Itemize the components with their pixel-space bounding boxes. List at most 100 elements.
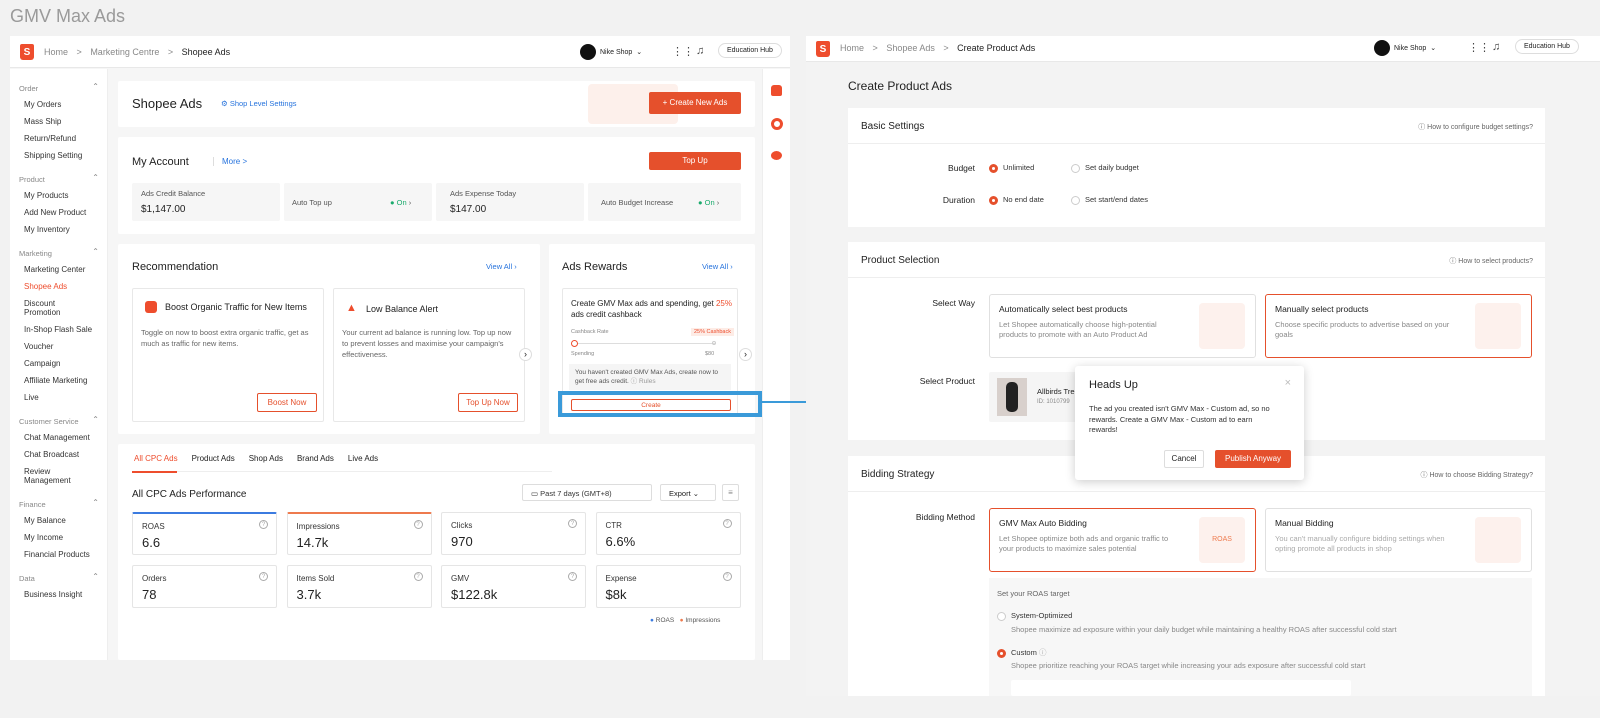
notification-bell-icon[interactable] xyxy=(771,85,782,96)
shopee-logo-icon[interactable]: S xyxy=(20,44,34,60)
budget-unlimited-radio[interactable]: Unlimited xyxy=(989,163,1034,173)
selected-product-item[interactable]: Allbirds Tre ID: 1010799 xyxy=(989,372,1084,422)
apps-grid-icon[interactable]: ⋮⋮ xyxy=(672,45,694,58)
kpi-expense[interactable]: Expense $8k? xyxy=(595,565,741,608)
kpi-gmv[interactable]: GMV $122.8k? xyxy=(441,565,586,608)
breadcrumb-shopee-ads[interactable]: Shopee Ads xyxy=(886,43,935,53)
chat-icon[interactable] xyxy=(771,151,782,160)
export-dropdown[interactable]: Export ⌄ xyxy=(660,484,716,501)
sidebar-item-my-products[interactable]: My Products xyxy=(10,187,107,204)
recommendation-card: Recommendation View All › Boost Organic … xyxy=(118,244,540,434)
cancel-button[interactable]: Cancel xyxy=(1164,450,1204,468)
create-new-ads-button[interactable]: + Create New Ads xyxy=(649,92,741,114)
duration-no-end-radio[interactable]: No end date xyxy=(989,195,1044,205)
my-account-card: My Account More > Top Up Ads Credit Bala… xyxy=(118,137,755,234)
manual-select-option[interactable]: Manually select products Choose specific… xyxy=(1265,294,1532,358)
sidebar-item-live[interactable]: Live xyxy=(10,389,107,406)
sidebar-item-add-new-product[interactable]: Add New Product xyxy=(10,204,107,221)
close-icon[interactable]: × xyxy=(1285,377,1291,389)
breadcrumb-home[interactable]: Home xyxy=(44,47,68,57)
rewards-create-button[interactable]: Create xyxy=(571,399,731,411)
tab-product-ads[interactable]: Product Ads xyxy=(192,454,235,463)
seller-centre-shopee-ads: S Home > Marketing Centre > Shopee Ads N… xyxy=(10,36,790,660)
shop-switcher[interactable]: Nike Shop ⌄ xyxy=(1374,40,1436,56)
sidebar-item-my-balance[interactable]: My Balance xyxy=(10,512,107,529)
education-hub-button[interactable]: Education Hub xyxy=(718,43,782,58)
shop-switcher[interactable]: Nike Shop ⌄ xyxy=(580,44,642,60)
duration-start-end-radio[interactable]: Set start/end dates xyxy=(1071,195,1148,205)
carousel-next-icon[interactable]: › xyxy=(519,348,532,361)
kpi-roas[interactable]: ROAS 6.6? xyxy=(132,512,277,555)
kpi-orders[interactable]: Orders 78? xyxy=(132,565,277,608)
auto-select-option[interactable]: Automatically select best products Let S… xyxy=(989,294,1256,358)
tab-shop-ads[interactable]: Shop Ads xyxy=(249,454,283,463)
sidebar-item-in-shop-flash-sale[interactable]: In-Shop Flash Sale xyxy=(10,321,107,338)
reward-description: Create GMV Max ads and spending, get 25%… xyxy=(571,299,732,319)
apps-grid-icon[interactable]: ⋮⋮ xyxy=(1468,41,1490,54)
help-icon: ? xyxy=(259,572,268,581)
ads-expense-today: Ads Expense Today $147.00 xyxy=(436,183,584,221)
shopee-logo-icon[interactable]: S xyxy=(816,41,830,57)
select-products-help-link[interactable]: ⓘ How to select products? xyxy=(1449,256,1533,266)
recommendation-title: Recommendation xyxy=(132,261,219,273)
sidebar-item-chat-management[interactable]: Chat Management xyxy=(10,429,107,446)
sidebar-item-chat-broadcast[interactable]: Chat Broadcast xyxy=(10,446,107,463)
kpi-clicks[interactable]: Clicks 970? xyxy=(441,512,586,555)
sidebar-item-business-insight[interactable]: Business Insight xyxy=(10,586,107,603)
tab-brand-ads[interactable]: Brand Ads xyxy=(297,454,334,463)
more-link[interactable]: More > xyxy=(213,157,247,166)
chevron-up-icon: ⌃ xyxy=(92,173,99,182)
system-optimized-radio[interactable]: System-Optimized xyxy=(997,611,1072,621)
sidebar-item-financial-products[interactable]: Financial Products xyxy=(10,546,107,563)
top-up-now-button[interactable]: Top Up Now xyxy=(458,393,518,412)
bell-icon[interactable]: ♫ xyxy=(1492,41,1500,53)
rewards-next-icon[interactable]: › xyxy=(739,348,752,361)
sidebar-item-review-management[interactable]: Review Management xyxy=(10,463,107,489)
sidebar-item-my-inventory[interactable]: My Inventory xyxy=(10,221,107,238)
sidebar-item-return-refund[interactable]: Return/Refund xyxy=(10,130,107,147)
sidebar-item-my-income[interactable]: My Income xyxy=(10,529,107,546)
bell-icon[interactable]: ♫ xyxy=(696,45,704,57)
sidebar-item-marketing-center[interactable]: Marketing Center xyxy=(10,261,107,278)
sidebar-item-campaign[interactable]: Campaign xyxy=(10,355,107,372)
breadcrumb-marketing-centre[interactable]: Marketing Centre xyxy=(90,47,159,57)
shop-level-settings-link[interactable]: ⚙ Shop Level Settings xyxy=(221,99,297,108)
budget-daily-radio[interactable]: Set daily budget xyxy=(1071,163,1139,173)
custom-roas-radio[interactable]: Custom ⓘ xyxy=(997,647,1046,658)
top-up-button[interactable]: Top Up xyxy=(649,152,741,170)
publish-anyway-button[interactable]: Publish Anyway xyxy=(1215,450,1291,468)
sidebar-item-discount-promotion[interactable]: Discount Promotion xyxy=(10,295,107,321)
sidebar-item-mass-ship[interactable]: Mass Ship xyxy=(10,113,107,130)
sidebar-item-shopee-ads[interactable]: Shopee Ads xyxy=(10,278,107,295)
sidebar-item-voucher[interactable]: Voucher xyxy=(10,338,107,355)
tab-all-cpc-ads[interactable]: All CPC Ads xyxy=(134,454,178,463)
kpi-items-sold[interactable]: Items Sold 3.7k? xyxy=(286,565,432,608)
spending-progress-end xyxy=(712,341,716,345)
roas-input-row[interactable] xyxy=(1011,680,1351,696)
boost-now-button[interactable]: Boost Now xyxy=(257,393,317,412)
page-title: GMV Max Ads xyxy=(10,6,126,26)
target-icon[interactable] xyxy=(771,118,783,130)
manual-bidding-option[interactable]: Manual Bidding You can't manually config… xyxy=(1265,508,1532,572)
breadcrumb: Home > Marketing Centre > Shopee Ads xyxy=(44,47,231,57)
recommendation-view-all[interactable]: View All › xyxy=(486,262,517,271)
education-hub-button[interactable]: Education Hub xyxy=(1515,39,1579,54)
budget-help-link[interactable]: ⓘ How to configure budget settings? xyxy=(1418,122,1533,132)
list-icon[interactable]: ≡ xyxy=(722,484,739,501)
kpi-ctr[interactable]: CTR 6.6%? xyxy=(595,512,741,555)
date-range-picker[interactable]: ▭ Past 7 days (GMT+8) xyxy=(522,484,652,501)
breadcrumb-home[interactable]: Home xyxy=(840,43,864,53)
gmv-max-auto-bidding-option[interactable]: GMV Max Auto Bidding Let Shopee optimize… xyxy=(989,508,1256,572)
ads-rewards-title: Ads Rewards xyxy=(562,261,628,273)
tab-live-ads[interactable]: Live Ads xyxy=(348,454,378,463)
auto-budget-increase[interactable]: Auto Budget Increase ● On › xyxy=(588,183,741,221)
sidebar-item-shipping-setting[interactable]: Shipping Setting xyxy=(10,147,107,164)
rewards-view-all[interactable]: View All › xyxy=(702,262,733,271)
bidding-help-link[interactable]: ⓘ How to choose Bidding Strategy? xyxy=(1421,470,1533,480)
low-balance-card: ▲ Low Balance Alert Your current ad bala… xyxy=(333,288,525,422)
auto-top-up[interactable]: Auto Top up ● On › xyxy=(284,183,432,221)
sidebar-item-affiliate-marketing[interactable]: Affiliate Marketing xyxy=(10,372,107,389)
sidebar-item-my-orders[interactable]: My Orders xyxy=(10,96,107,113)
kpi-impressions[interactable]: Impressions 14.7k? xyxy=(286,512,432,555)
roas-illustration-icon: ROAS xyxy=(1199,517,1245,563)
